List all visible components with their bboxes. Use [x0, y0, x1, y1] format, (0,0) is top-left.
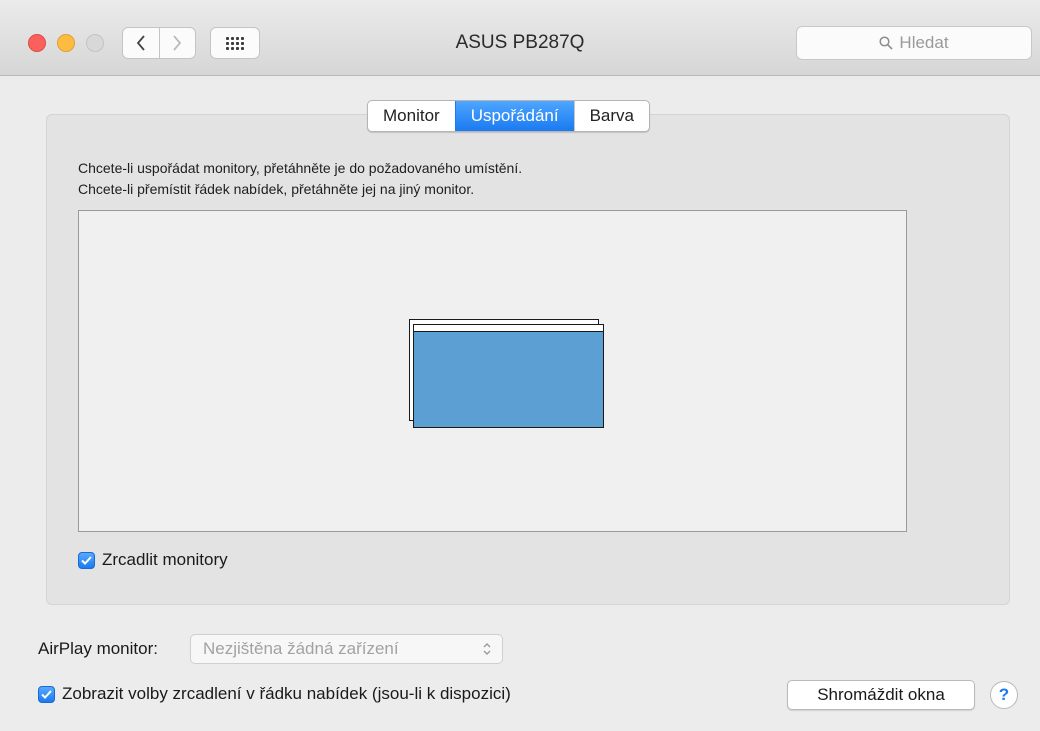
- mirror-displays-checkbox[interactable]: [78, 552, 95, 569]
- display-arrangement-area: [78, 210, 907, 532]
- show-mirroring-options-label: Zobrazit volby zrcadlení v řádku nabídek…: [62, 684, 511, 703]
- airplay-label: AirPlay monitor:: [38, 639, 158, 658]
- gather-windows-button[interactable]: Shromáždit okna: [787, 680, 975, 710]
- airplay-select-value: Nezjištěna žádná zařízení: [203, 639, 399, 658]
- tab-monitor[interactable]: Monitor: [368, 101, 455, 131]
- updown-chevron-icon: [483, 643, 491, 655]
- instruction-text-1: Chcete-li uspořádat monitory, přetáhněte…: [78, 160, 523, 176]
- mirror-displays-label: Zrcadlit monitory: [102, 550, 228, 569]
- checkmark-icon: [41, 690, 52, 699]
- tab-bar: Monitor Uspořádání Barva: [367, 100, 650, 132]
- show-mirroring-options-checkbox[interactable]: [38, 686, 55, 703]
- tab-color[interactable]: Barva: [573, 101, 649, 131]
- search-placeholder: Hledat: [899, 33, 949, 52]
- instruction-text-2: Chcete-li přemístit řádek nabídek, přetá…: [78, 181, 475, 197]
- help-button[interactable]: ?: [990, 681, 1018, 709]
- search-field[interactable]: Hledat: [796, 26, 1032, 60]
- checkmark-icon: [81, 556, 92, 565]
- tab-arrangement[interactable]: Uspořádání: [454, 101, 574, 131]
- airplay-select[interactable]: Nezjištěna žádná zařízení: [190, 634, 503, 664]
- search-icon: [879, 36, 893, 50]
- title-bar: ASUS PB287Q Hledat: [0, 0, 1040, 76]
- mirrored-display-primary[interactable]: [413, 324, 604, 428]
